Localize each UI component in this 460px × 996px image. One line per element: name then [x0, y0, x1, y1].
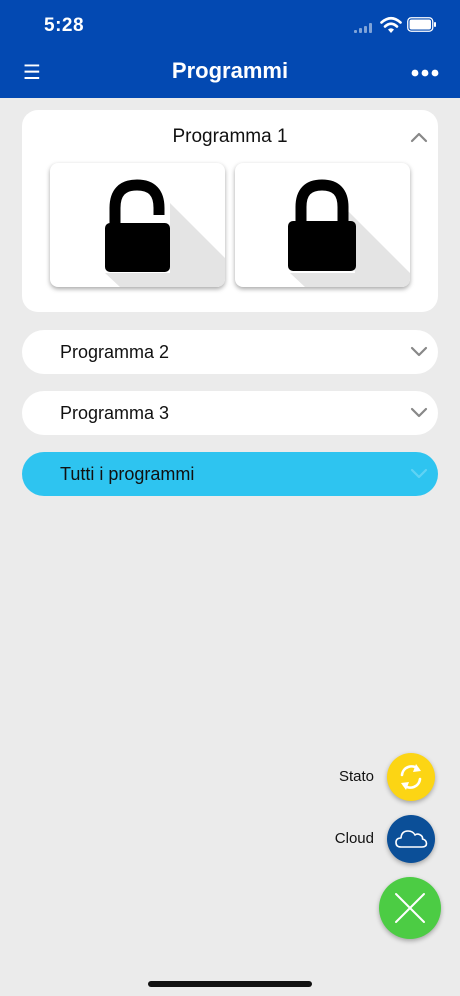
refresh-icon — [400, 764, 422, 790]
cloud-fab-button[interactable] — [387, 815, 435, 863]
battery-icon — [407, 17, 436, 32]
chevron-down-icon[interactable] — [410, 468, 428, 480]
program-row-2[interactable]: Programma 2 — [22, 330, 438, 374]
program-1-title[interactable]: Programma 1 — [22, 126, 438, 148]
program-2-label: Programma 2 — [60, 342, 170, 362]
lock-button[interactable] — [235, 163, 410, 287]
unlocked-padlock-icon — [105, 179, 225, 287]
program-card-1: Programma 1 — [22, 110, 438, 312]
home-indicator — [148, 981, 312, 987]
program-3-label: Programma 3 — [60, 403, 170, 423]
all-programs-row[interactable]: Tutti i programmi — [22, 452, 438, 496]
page-title: Programmi — [171, 58, 289, 83]
close-icon — [395, 893, 425, 923]
navbar: ☰ Programmi — [0, 52, 460, 96]
fab-label-cloud: Cloud — [334, 830, 374, 847]
cellular-signal-icon — [354, 23, 372, 33]
chevron-up-icon[interactable] — [410, 131, 428, 143]
more-dots-icon[interactable] — [410, 66, 440, 80]
close-fab-button[interactable] — [379, 877, 441, 939]
cloud-icon — [395, 830, 428, 848]
fab-label-stato: Stato — [338, 768, 374, 785]
wifi-icon — [380, 16, 402, 33]
status-time: 5:28 — [44, 15, 85, 36]
all-programs-label: Tutti i programmi — [60, 464, 195, 484]
stato-fab-button[interactable] — [387, 753, 435, 801]
status-bar: 5:28 — [0, 0, 460, 50]
program-row-3[interactable]: Programma 3 — [22, 391, 438, 435]
chevron-down-icon[interactable] — [410, 407, 428, 419]
locked-padlock-icon — [288, 179, 410, 287]
chevron-down-icon[interactable] — [410, 346, 428, 358]
unlock-button[interactable] — [50, 163, 225, 287]
app-header: 5:28 ☰ Programmi — [0, 0, 460, 98]
